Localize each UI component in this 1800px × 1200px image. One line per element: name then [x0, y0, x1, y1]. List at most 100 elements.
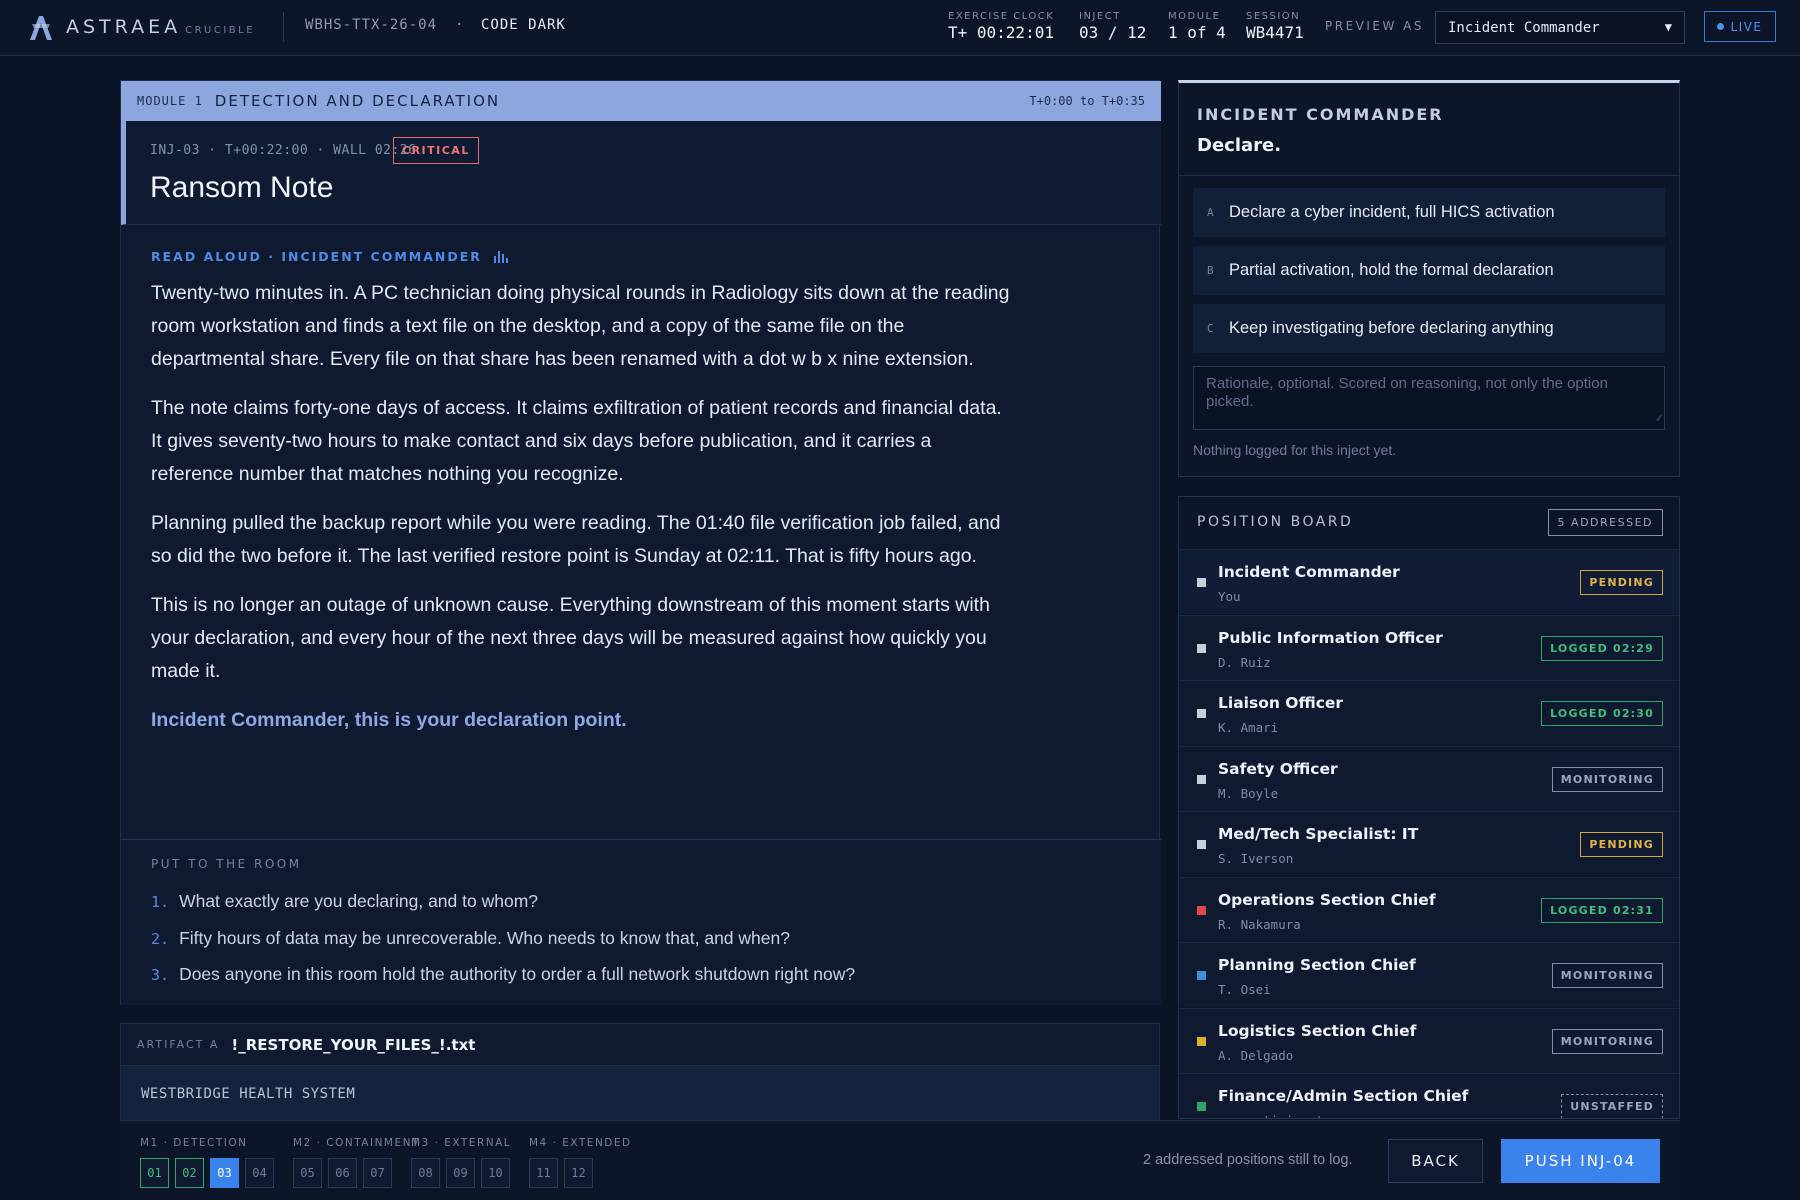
position-row[interactable]: Incident Commander You PENDING — [1179, 549, 1679, 614]
position-status-badge: PENDING — [1580, 570, 1663, 595]
astraea-logo-icon — [30, 16, 52, 40]
position-name: Liaison Officer — [1218, 694, 1344, 712]
position-person: K. Amari — [1218, 720, 1279, 735]
narrative-paragraph: The note claims forty-one days of access… — [151, 397, 1002, 485]
inject-counter-label: INJECT — [1079, 11, 1121, 22]
timeline-inject-pill[interactable]: 12 — [564, 1158, 593, 1188]
timeline-inject-pill[interactable]: 10 — [481, 1158, 510, 1188]
option-text: Partial activation, hold the formal decl… — [1229, 261, 1554, 279]
position-color-marker — [1197, 578, 1206, 587]
position-row[interactable]: Med/Tech Specialist: IT S. Iverson PENDING — [1179, 811, 1679, 876]
position-row[interactable]: Safety Officer M. Boyle MONITORING — [1179, 745, 1679, 811]
log-status: Nothing logged for this inject yet. — [1193, 442, 1397, 458]
timeline-group-label: M3 · EXTERNAL — [411, 1137, 512, 1149]
top-bar: ASTRAEA CRUCIBLE WBHS-TTX-26-04 · CODE D… — [0, 0, 1800, 56]
addressed-count-badge: 5 ADDRESSED — [1547, 509, 1663, 536]
position-board-header: POSITION BOARD 5 ADDRESSED — [1179, 497, 1679, 549]
position-color-marker — [1197, 905, 1206, 915]
room-questions: 1. What exactly are you declaring, and to… — [151, 884, 855, 994]
chevron-down-icon: ▼ — [1664, 20, 1672, 34]
position-person: S. Iverson — [1218, 851, 1294, 866]
option-key: C — [1207, 322, 1214, 335]
position-color-marker — [1197, 1036, 1206, 1046]
position-name: Public Information Officer — [1218, 628, 1443, 647]
module-band: MODULE 1 DETECTION AND DECLARATION T+0:0… — [121, 81, 1161, 121]
logo: ASTRAEA CRUCIBLE — [26, 12, 255, 42]
position-person: T. Osei — [1218, 982, 1271, 997]
session-id-label: SESSION — [1246, 11, 1301, 22]
severity-badge: CRITICAL — [393, 137, 479, 164]
audio-bars-icon[interactable] — [493, 250, 510, 263]
timeline-inject-pill[interactable]: 08 — [411, 1158, 440, 1188]
timeline-inject-pill[interactable]: 09 — [446, 1158, 475, 1188]
inject-counter: INJECT 03 / 12 — [1079, 11, 1146, 43]
timeline-group-label: M2 · CONTAINMENT — [293, 1137, 420, 1149]
position-row[interactable]: Operations Section Chief R. Nakamura LOGGE… — [1179, 876, 1679, 942]
preview-as-select[interactable]: Incident Commander ▼ — [1435, 11, 1685, 44]
position-color-marker — [1197, 840, 1206, 849]
timeline-inject-pill[interactable]: 11 — [529, 1158, 558, 1188]
position-color-marker — [1197, 709, 1206, 718]
push-inject-button[interactable]: PUSH INJ-04 — [1501, 1139, 1660, 1183]
remaining-status: 2 addressed positions still to log. — [1143, 1152, 1353, 1168]
rationale-placeholder: Rationale, optional. Scored on reasoning… — [1206, 375, 1608, 410]
module-tag: MODULE 1 — [137, 94, 203, 108]
declaration-callout: Incident Commander, this is your declara… — [151, 709, 627, 731]
narrative-paragraph: This is no longer an outage of unknown c… — [151, 594, 990, 682]
position-row[interactable]: Public Information Officer D. Ruiz LOGGED … — [1179, 614, 1679, 680]
decision-option-b[interactable]: B Partial activation, hold the formal de… — [1193, 246, 1665, 295]
topbar-divider — [283, 12, 284, 42]
timeline-inject-pill[interactable]: 03 — [210, 1158, 239, 1188]
back-button[interactable]: BACK — [1388, 1139, 1483, 1183]
narrative-paragraph: Planning pulled the backup report while … — [151, 512, 1001, 567]
put-to-room-section: PUT TO THE ROOM 1. What exactly are you d… — [121, 839, 1161, 1005]
resize-grip-icon[interactable]: ∕∕ — [1658, 409, 1661, 427]
decision-role: INCIDENT COMMANDER — [1197, 105, 1444, 124]
room-question: 3. Does anyone in this room hold the auth… — [151, 964, 856, 984]
position-row[interactable]: Planning Section Chief T. Osei MONITORING — [1179, 942, 1679, 1007]
put-to-room-label: PUT TO THE ROOM — [151, 857, 302, 871]
position-color-marker — [1197, 774, 1206, 784]
position-status-badge: MONITORING — [1551, 766, 1663, 792]
read-aloud-body: Twenty-two minutes in. A PC technician d… — [151, 277, 1011, 753]
timeline-group-label: M4 · EXTENDED — [529, 1137, 632, 1149]
timeline-inject-pill[interactable]: 06 — [328, 1158, 357, 1188]
position-row[interactable]: Finance/Admin Section Chief no participan… — [1179, 1073, 1679, 1118]
inject-title: Ransom Note — [150, 171, 334, 204]
artifact-body-text: WESTBRIDGE HEALTH SYSTEM — [141, 1086, 356, 1102]
position-row[interactable]: Logistics Section Chief A. Delgado MONITOR… — [1179, 1007, 1679, 1073]
preview-as-value: Incident Commander — [1448, 19, 1600, 36]
position-status-badge: LOGGED 02:30 — [1541, 701, 1663, 726]
module-title: DETECTION AND DECLARATION — [214, 92, 501, 110]
read-aloud-label: READ ALOUD · INCIDENT COMMANDER — [151, 249, 510, 264]
decision-option-c[interactable]: C Keep investigating before declaring an… — [1193, 304, 1665, 353]
option-key: B — [1207, 264, 1214, 277]
exercise-clock: EXERCISE CLOCK T+ 00:22:01 — [948, 11, 1054, 43]
read-aloud-text: READ ALOUD · INCIDENT COMMANDER — [151, 249, 482, 264]
divider — [1179, 175, 1679, 176]
position-name: Operations Section Chief — [1218, 890, 1436, 909]
artifact-tag: ARTIFACT A — [137, 1038, 220, 1051]
module-counter-label: MODULE — [1168, 11, 1221, 22]
position-board: POSITION BOARD 5 ADDRESSED Incident Comm… — [1178, 496, 1680, 1119]
timeline-inject-pill[interactable]: 02 — [175, 1158, 204, 1188]
timeline-inject-pill[interactable]: 01 — [140, 1158, 169, 1188]
live-label: LIVE — [1730, 19, 1763, 34]
narrative-paragraph: Twenty-two minutes in. A PC technician d… — [151, 282, 1010, 370]
module-counter-value: 1 of 4 — [1168, 23, 1226, 42]
position-board-title: POSITION BOARD — [1197, 514, 1354, 530]
position-row[interactable]: Liaison Officer K. Amari LOGGED 02:30 — [1179, 680, 1679, 745]
decision-card: INCIDENT COMMANDER Declare. A Declare a … — [1178, 80, 1680, 477]
rationale-textarea[interactable]: Rationale, optional. Scored on reasoning… — [1193, 366, 1665, 430]
position-person: D. Ruiz — [1218, 654, 1271, 670]
decision-action: Declare. — [1197, 135, 1282, 156]
position-person: R. Nakamura — [1218, 916, 1301, 932]
decision-option-a[interactable]: A Declare a cyber incident, full HICS ac… — [1193, 188, 1665, 237]
timeline-inject-pill[interactable]: 07 — [363, 1158, 392, 1188]
position-status-badge: UNSTAFFED — [1561, 1094, 1663, 1118]
timeline-inject-pill[interactable]: 05 — [293, 1158, 322, 1188]
position-status-badge: MONITORING — [1551, 963, 1663, 988]
timeline-inject-pill[interactable]: 04 — [245, 1158, 274, 1188]
live-dot-icon — [1717, 23, 1725, 30]
position-name: Safety Officer — [1218, 759, 1338, 778]
